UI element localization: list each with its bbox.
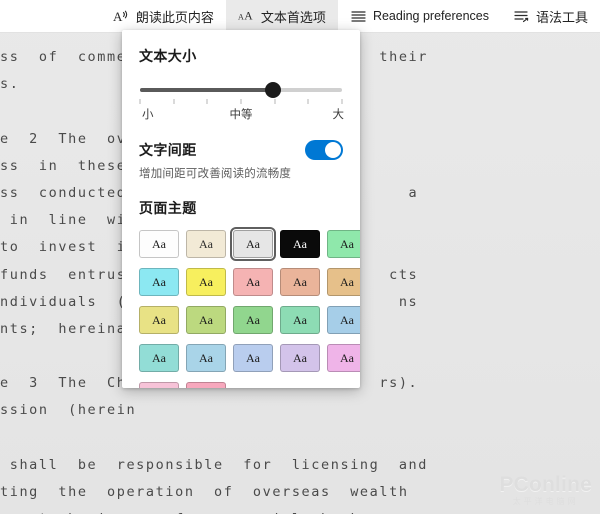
svg-text:A: A — [238, 12, 244, 21]
slider-thumb[interactable] — [265, 82, 282, 98]
theme-swatch-label: Aa — [340, 274, 354, 289]
theme-swatch-sepia[interactable]: Aa — [186, 230, 226, 258]
theme-swatch-lavender[interactable]: Aa — [280, 344, 320, 372]
theme-swatch-mint-green[interactable]: Aa — [327, 230, 360, 258]
theme-swatch-yellow-green[interactable]: Aa — [186, 306, 226, 334]
page-theme-title: 页面主题 — [139, 200, 197, 216]
theme-swatch-label: Aa — [199, 312, 213, 327]
text-spacing-toggle[interactable] — [305, 140, 343, 160]
watermark-sub-text: 太平洋电脑网 — [512, 497, 579, 506]
text-size-title: 文本大小 — [139, 48, 197, 64]
theme-swatch-label: Aa — [152, 350, 166, 365]
slider-tick — [307, 99, 309, 104]
text-size-section: 文本大小 小 中等 大 — [138, 46, 344, 122]
svg-text:A: A — [113, 9, 123, 24]
theme-swatch-green[interactable]: Aa — [233, 306, 273, 334]
slider-tick — [206, 99, 208, 104]
theme-swatch-pale-blue[interactable]: Aa — [186, 344, 226, 372]
theme-swatch-light-pink[interactable]: Aa — [139, 382, 179, 388]
text-spacing-row: 文字间距 — [139, 140, 343, 160]
theme-swatch-white[interactable]: Aa — [139, 230, 179, 258]
watermark-main-text: PConline — [499, 473, 592, 496]
slider-label-small: 小 — [142, 109, 154, 121]
slider-label-medium: 中等 — [229, 109, 253, 121]
theme-swatch-label: Aa — [152, 312, 166, 327]
text-spacing-subtitle: 增加间距可改善阅读的流畅度 — [139, 168, 292, 180]
pconline-watermark: PConline 太平洋电脑网 — [499, 474, 592, 506]
theme-swatch-label: Aa — [246, 312, 260, 327]
toolbar-item-label: Reading preferences — [372, 9, 489, 23]
theme-swatch-sky-blue[interactable]: Aa — [327, 306, 360, 334]
theme-swatch-label: Aa — [246, 236, 260, 251]
document-line: ement business of commercial banks. — [0, 506, 600, 514]
theme-swatch-label: Aa — [340, 236, 354, 251]
page-theme-section: 页面主题 Aa Aa Aa Aa Aa Aa Aa Aa Aa Aa Aa Aa Aa Aa Aa Aa Aa A… — [139, 198, 360, 388]
theme-swatch-khaki[interactable]: Aa — [139, 306, 179, 334]
page-theme-swatch-grid: Aa Aa Aa Aa Aa Aa Aa Aa Aa Aa Aa Aa Aa Aa Aa Aa Aa Aa Aa Aa… — [139, 227, 360, 388]
slider-tick — [139, 99, 141, 104]
toolbar-item-grammar-tools[interactable]: 语法工具 — [501, 0, 600, 32]
toolbar-item-label: 文本首选项 — [260, 9, 326, 25]
theme-swatch-periwinkle[interactable]: Aa — [233, 344, 273, 372]
toolbar-item-text-preferences[interactable]: A A 文本首选项 — [225, 0, 338, 32]
theme-swatch-label: Aa — [293, 274, 307, 289]
slider-tick — [341, 99, 343, 104]
theme-swatch-label: Aa — [246, 274, 260, 289]
slider-scale-labels: 小 中等 大 — [138, 106, 344, 122]
text-size-slider[interactable] — [140, 82, 342, 98]
theme-swatch-cyan[interactable]: Aa — [139, 268, 179, 296]
theme-swatch-yellow[interactable]: Aa — [186, 268, 226, 296]
slider-tick — [274, 99, 276, 104]
theme-swatch-label: Aa — [246, 350, 260, 365]
theme-swatch-rose-pink[interactable]: Aa — [186, 382, 226, 388]
slider-tick-marks — [139, 99, 343, 106]
theme-swatch-pink[interactable]: Aa — [233, 268, 273, 296]
theme-swatch-teal[interactable]: Aa — [139, 344, 179, 372]
theme-swatch-sea-green[interactable]: Aa — [280, 306, 320, 334]
text-preferences-icon: A A — [238, 8, 255, 25]
theme-swatch-label: Aa — [199, 274, 213, 289]
theme-swatch-salmon[interactable]: Aa — [280, 268, 320, 296]
immersive-reader-toolbar: A 朗读此页内容 A A 文本首选项 Reading preferences 语… — [0, 0, 600, 33]
slider-tick — [173, 99, 175, 104]
theme-swatch-orchid[interactable]: Aa — [327, 344, 360, 372]
slider-label-large: 大 — [332, 109, 345, 121]
theme-swatch-light-gray[interactable]: Aa — [230, 227, 276, 261]
theme-swatch-label: Aa — [152, 274, 166, 289]
theme-swatch-label: Aa — [199, 350, 213, 365]
document-line — [0, 425, 600, 452]
theme-swatch-label: Aa — [340, 350, 354, 365]
theme-swatch-label: Aa — [293, 312, 307, 327]
grammar-tools-icon — [513, 8, 530, 25]
toolbar-item-label: 朗读此页内容 — [135, 9, 214, 25]
document-line: ssion (herein — [0, 402, 137, 419]
theme-swatch-label: Aa — [293, 236, 307, 251]
toolbar-item-read-aloud[interactable]: A 朗读此页内容 — [101, 0, 226, 32]
theme-swatch-black[interactable]: Aa — [280, 230, 320, 258]
toolbar-item-reading-preferences[interactable]: Reading preferences — [338, 0, 501, 32]
toolbar-item-label: 语法工具 — [535, 9, 588, 25]
toggle-knob — [325, 142, 341, 158]
theme-swatch-label: Aa — [152, 236, 166, 251]
theme-swatch-label: Aa — [293, 350, 307, 365]
reading-preferences-icon — [350, 8, 367, 25]
theme-swatch-label: Aa — [340, 312, 354, 327]
slider-tick — [240, 99, 242, 104]
theme-swatch-label: Aa — [199, 236, 213, 251]
slider-track-fill — [140, 88, 274, 92]
text-preferences-panel: 文本大小 小 中等 大 文字间距 增加间距可改善阅读的流畅度 页面主题 Aa Aa… — [122, 30, 360, 388]
svg-text:A: A — [244, 9, 253, 22]
text-spacing-title: 文字间距 — [139, 142, 197, 158]
read-aloud-icon: A — [113, 8, 130, 25]
text-spacing-section: 文字间距 增加间距可改善阅读的流畅度 — [139, 140, 343, 181]
theme-swatch-tan[interactable]: Aa — [327, 268, 360, 296]
